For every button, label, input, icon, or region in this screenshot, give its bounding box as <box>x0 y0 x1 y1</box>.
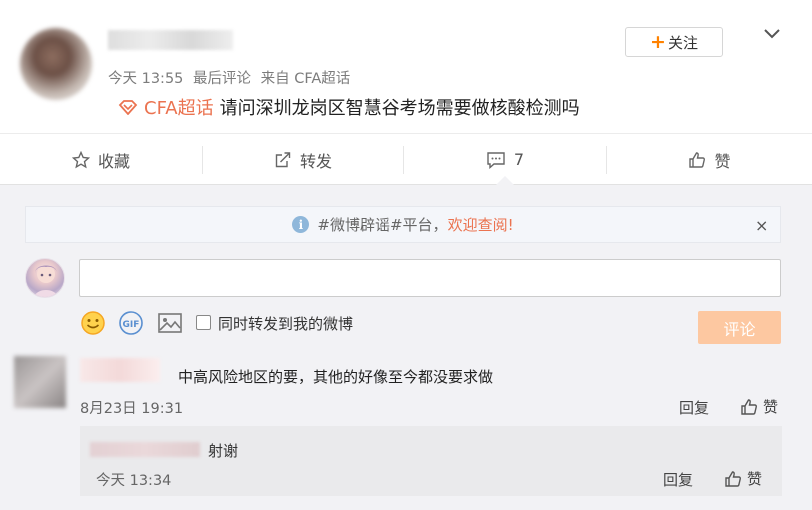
notice-link[interactable]: 欢迎查阅! <box>448 214 514 235</box>
rumor-notice-banner: i #微博辟谣#平台， 欢迎查阅! <box>25 206 781 243</box>
follow-button[interactable]: + 关注 <box>625 27 723 57</box>
comment-reply-button[interactable]: 回复 <box>679 397 709 418</box>
current-user-avatar[interactable] <box>25 258 65 298</box>
image-icon[interactable] <box>157 310 183 336</box>
anime-avatar-icon <box>34 265 58 297</box>
follow-label: 关注 <box>667 33 698 52</box>
weibo-post-page: + 关注 今天 13:55 最后评论 来自 CFA超话 CFA超话 请问深圳龙岗… <box>0 0 812 510</box>
submit-comment-button[interactable]: 评论 <box>698 311 781 344</box>
gif-icon[interactable]: GIF <box>118 310 144 336</box>
repost-button[interactable]: 转发 <box>203 134 403 185</box>
svg-text:GIF: GIF <box>123 320 140 330</box>
favorite-button[interactable]: 收藏 <box>0 134 202 185</box>
thumbs-up-icon <box>741 398 757 415</box>
post-time: 今天 13:55 <box>108 71 184 87</box>
post-content: CFA超话 请问深圳龙岗区智慧谷考场需要做核酸检测吗 <box>118 94 580 120</box>
comment-pointer <box>496 176 514 185</box>
comment-like-label: 赞 <box>763 398 779 416</box>
commenter-name-blurred[interactable] <box>80 358 160 382</box>
post-source[interactable]: 来自 CFA超话 <box>261 71 351 87</box>
post-card: + 关注 今天 13:55 最后评论 来自 CFA超话 CFA超话 请问深圳龙岗… <box>0 0 812 133</box>
last-comment-label: 最后评论 <box>193 71 252 87</box>
post-action-bar: 收藏 转发 7 赞 <box>0 133 812 185</box>
reply-like-label: 赞 <box>747 470 763 488</box>
author-name-blurred[interactable] <box>108 30 233 50</box>
like-button[interactable]: 赞 <box>607 134 812 185</box>
comment-icon <box>487 151 505 169</box>
star-icon <box>71 150 90 168</box>
comment-time: 8月23日 19:31 <box>80 401 184 417</box>
comment-count: 7 <box>513 150 525 169</box>
commenter-avatar[interactable] <box>14 356 66 408</box>
comment-text: 中高风险地区的要，其他的好像至今都没要求做 <box>178 368 494 386</box>
supertopic-diamond-icon <box>118 100 138 115</box>
reply-reply-button[interactable]: 回复 <box>663 469 693 490</box>
reply-like-button[interactable]: 赞 <box>724 468 762 489</box>
post-meta: 今天 13:55 最后评论 来自 CFA超话 <box>108 67 355 88</box>
reply-time: 今天 13:34 <box>96 473 172 489</box>
repost-label: 转发 <box>299 151 332 171</box>
comment-input[interactable] <box>79 259 781 297</box>
supertopic-link[interactable]: CFA超话 <box>144 94 214 120</box>
repost-checkbox[interactable] <box>196 315 211 330</box>
thumbs-up-icon <box>725 470 741 487</box>
close-icon[interactable]: × <box>755 216 768 235</box>
repost-icon <box>275 151 291 167</box>
chevron-down-icon[interactable] <box>762 26 782 42</box>
like-label: 赞 <box>714 151 731 171</box>
plus-icon: + <box>650 30 666 53</box>
notice-text: #微博辟谣#平台， <box>317 216 448 234</box>
repost-option-label[interactable]: 同时转发到我的微博 <box>218 313 353 334</box>
favorite-label: 收藏 <box>97 151 130 171</box>
post-text: 请问深圳龙岗区智慧谷考场需要做核酸检测吗 <box>219 98 580 119</box>
reply-author-blurred[interactable] <box>90 442 200 457</box>
info-icon: i <box>292 216 310 233</box>
emoji-icon[interactable] <box>80 310 106 336</box>
author-avatar[interactable] <box>20 28 92 100</box>
comment-like-button[interactable]: 赞 <box>740 396 778 417</box>
thumbs-up-icon <box>689 151 706 168</box>
reply-text: 射谢 <box>208 442 239 460</box>
